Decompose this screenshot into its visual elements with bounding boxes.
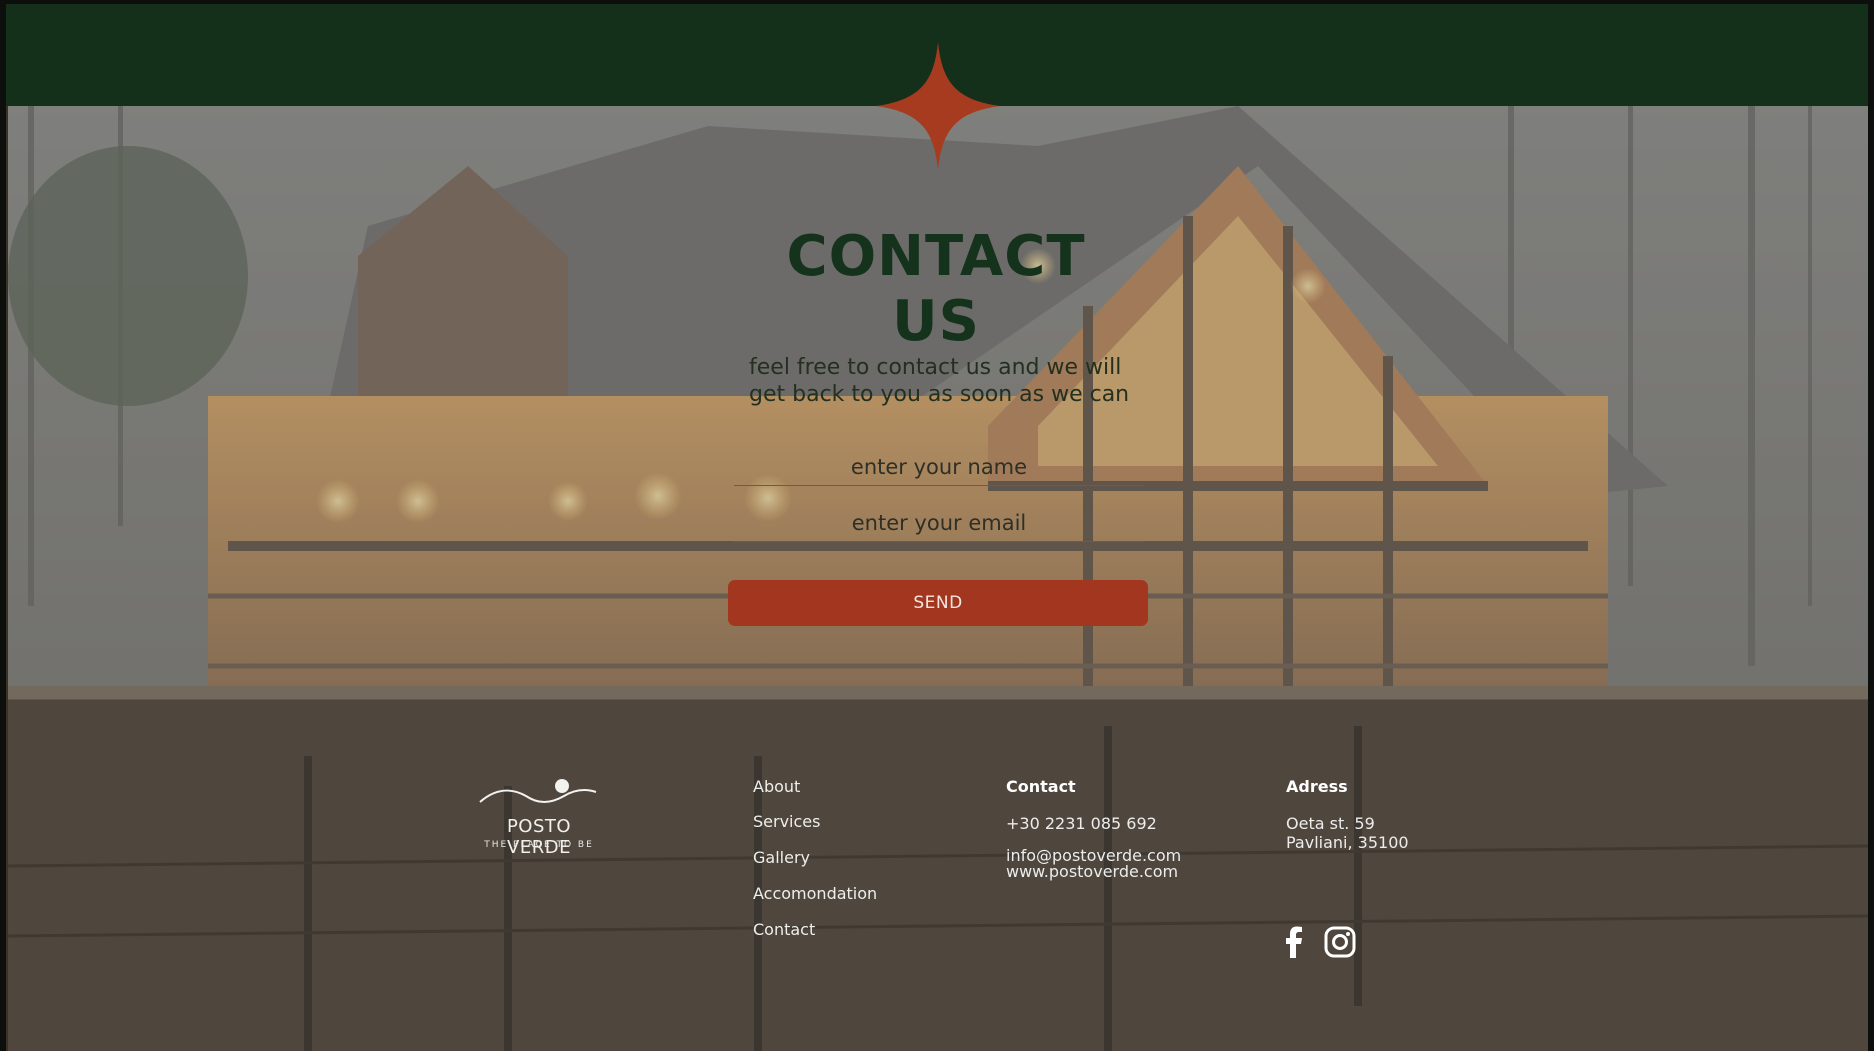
contact-subtitle: feel free to contact us and we will get …	[749, 354, 1169, 408]
brand-name: POSTO VERDE	[506, 816, 572, 858]
send-button[interactable]: SEND	[728, 580, 1148, 626]
star-ornament-icon	[876, 42, 1000, 170]
brand-tagline: THE PLACE TO BE	[484, 840, 594, 850]
name-input[interactable]	[734, 448, 1144, 485]
facebook-icon[interactable]	[1278, 926, 1310, 958]
email-field[interactable]	[734, 504, 1144, 542]
contact-phone: +30 2231 085 692	[1006, 814, 1157, 833]
footer-nav-services[interactable]: Services	[753, 812, 820, 831]
contact-heading: Contact	[1006, 777, 1076, 796]
contact-website: www.postoverde.com	[1006, 862, 1179, 881]
instagram-icon[interactable]	[1324, 926, 1356, 958]
address-heading: Adress	[1286, 777, 1348, 796]
email-input[interactable]	[734, 504, 1144, 541]
footer-nav-accomodation[interactable]: Accomondation	[753, 884, 877, 903]
footer-nav-contact[interactable]: Contact	[753, 920, 815, 939]
footer-overlay	[8, 699, 1868, 1051]
contact-subtitle-line: feel free to contact us and we will	[749, 355, 1122, 380]
footer-nav-about[interactable]: About	[753, 777, 800, 796]
page-frame: CONTACT US feel free to contact us and w…	[6, 4, 1868, 1051]
page-title: CONTACT US	[786, 224, 1086, 354]
address-line: Oeta st. 59	[1286, 814, 1375, 833]
contact-subtitle-line: get back to you as soon as we can	[749, 382, 1130, 407]
address-line: Pavliani, 35100	[1286, 833, 1409, 852]
footer-nav-gallery[interactable]: Gallery	[753, 848, 810, 867]
name-field[interactable]	[734, 448, 1144, 486]
